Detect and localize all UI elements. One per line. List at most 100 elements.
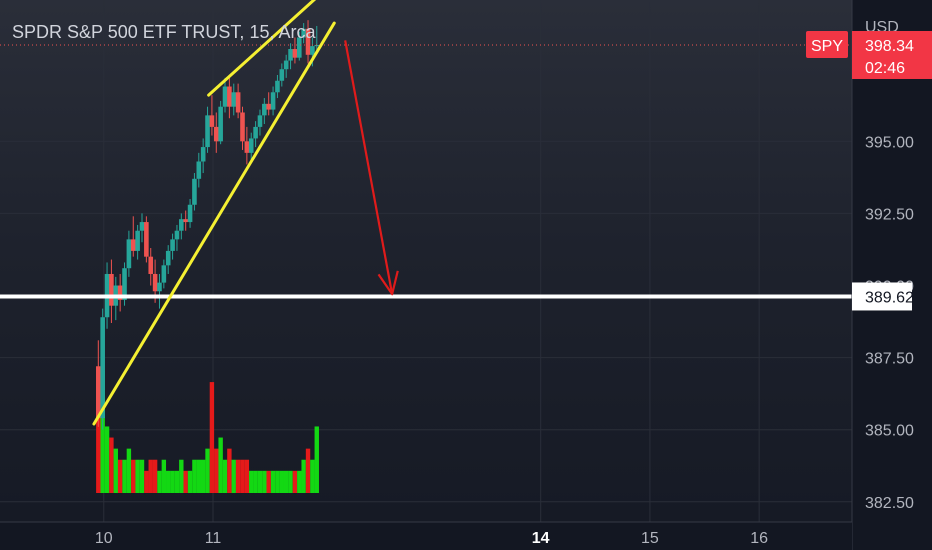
volume-bar (279, 470, 285, 493)
candle-body (179, 219, 184, 231)
volume-bar (126, 448, 132, 493)
candle-body (292, 49, 298, 58)
symbol-name: SPDR S&P 500 ETF TRUST (12, 22, 240, 42)
candle-body (253, 126, 258, 139)
candle-body (100, 317, 105, 419)
x-tick-label: 14 (532, 530, 550, 547)
volume-bar (310, 459, 315, 493)
candle-body (244, 141, 250, 153)
x-tick-label: 15 (641, 530, 659, 547)
volume-bar (200, 459, 206, 493)
chart-title: SPDR S&P 500 ETF TRUST, 15, Arca (12, 22, 316, 42)
candle-body (310, 46, 315, 55)
candle-body (266, 103, 272, 110)
volume-bar (161, 459, 167, 493)
volume-bar (179, 459, 184, 493)
candle-body (96, 366, 101, 419)
candle-body (257, 115, 263, 127)
candle-body (227, 86, 232, 107)
level-price-label: 389.62 (865, 289, 914, 306)
candle-body (161, 265, 167, 283)
volume-bar (148, 459, 153, 493)
candle-body (248, 138, 254, 153)
candle-body (200, 147, 206, 162)
wedge-trendline (92, 21, 336, 426)
current-price-label: 398.34 (865, 38, 914, 55)
volume-bar (249, 470, 254, 493)
volume-bar (122, 459, 127, 493)
volume-bar (292, 470, 298, 493)
volume-bar (288, 470, 293, 493)
candle-body (231, 92, 237, 107)
x-tick-label: 11 (205, 530, 222, 547)
y-tick-label: 382.50 (865, 495, 914, 512)
candle-body (183, 219, 188, 223)
candle-body (235, 92, 241, 113)
volume-bar (257, 470, 263, 493)
exchange-label: Arca (278, 22, 316, 42)
interval-label: 15 (249, 22, 270, 42)
volume-bar (166, 470, 171, 493)
candle-body (187, 204, 193, 223)
volume-bar (104, 426, 110, 493)
candle-body (218, 106, 223, 142)
price-chart[interactable]: USD395.00392.50387.50385.00382.50390.001… (0, 0, 932, 550)
volume-bar (144, 470, 149, 493)
volume-bar (170, 470, 175, 493)
candle-body (152, 273, 158, 292)
volume-bar (266, 470, 271, 493)
candle-body (170, 239, 175, 251)
candle-body (222, 86, 228, 107)
volume-bar (235, 459, 241, 493)
time-axis (0, 522, 852, 550)
candle-body (109, 273, 114, 306)
volume-bar (222, 459, 228, 493)
candle-body (135, 230, 140, 251)
volume-bar (209, 382, 215, 493)
volume-bar (131, 459, 136, 493)
volume-bar (139, 459, 145, 493)
candle-body (240, 112, 245, 142)
candle-body (209, 115, 215, 127)
volume-bar (297, 470, 302, 493)
candle-body (148, 256, 154, 274)
volume-bar (135, 459, 140, 493)
candle-body (196, 161, 202, 179)
price-axis (852, 0, 932, 550)
candle-body (139, 222, 145, 231)
candle-body (130, 239, 136, 251)
volume-bar (218, 437, 223, 493)
countdown-label: 02:46 (865, 60, 905, 77)
volume-bar (283, 470, 289, 493)
volume-bar (196, 459, 201, 493)
projection-arrow-shaft (344, 40, 394, 295)
volume-bar (152, 459, 158, 493)
candle-body (126, 239, 132, 269)
volume-bar (214, 448, 219, 493)
volume-bar (314, 426, 319, 493)
candle-body (144, 222, 149, 257)
volume-bar (244, 459, 250, 493)
candle-body (275, 80, 280, 93)
volume-bar (117, 459, 123, 493)
candle-body (288, 49, 293, 61)
x-tick-label: 16 (750, 530, 768, 547)
volume-bar (205, 448, 210, 493)
chart-area[interactable]: USD395.00392.50387.50385.00382.50390.001… (0, 0, 932, 550)
candle-body (165, 250, 171, 266)
volume-bar (227, 448, 232, 493)
candle-body (279, 69, 285, 81)
candle-body (213, 126, 219, 142)
volume-bar (275, 470, 280, 493)
volume-bar (113, 448, 118, 493)
volume-bar (262, 470, 267, 493)
candle-body (262, 103, 267, 116)
volume-bar (305, 448, 311, 493)
volume-bar (174, 470, 180, 493)
volume-bar (157, 470, 162, 493)
x-tick-label: 10 (95, 530, 113, 547)
volume-bar (109, 437, 114, 493)
symbol-label: SPY (811, 38, 843, 55)
volume-bar (192, 459, 197, 493)
volume-bar (301, 459, 306, 493)
